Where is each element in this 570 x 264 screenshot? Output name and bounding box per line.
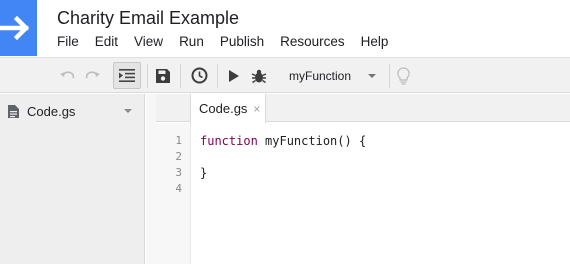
- sidebar-file-label: Code.gs: [27, 103, 76, 119]
- sidebar-file-code-gs[interactable]: Code.gs: [8, 101, 138, 121]
- menu-run[interactable]: Run: [179, 34, 204, 49]
- function-select[interactable]: myFunction: [282, 64, 382, 88]
- close-icon[interactable]: ×: [253, 102, 260, 116]
- play-icon: [228, 69, 239, 82]
- code-keyword: function: [200, 134, 258, 148]
- undo-button[interactable]: [57, 62, 77, 89]
- file-sidebar: Code.gs: [0, 94, 145, 264]
- save-button[interactable]: [153, 62, 173, 89]
- menu-file[interactable]: File: [57, 34, 79, 49]
- toolbar-divider: [180, 64, 181, 88]
- toolbar-divider: [147, 64, 148, 88]
- chevron-down-icon[interactable]: [124, 109, 132, 113]
- run-button[interactable]: [223, 62, 243, 89]
- line-number: 2: [175, 150, 182, 163]
- line-number: 1: [175, 134, 182, 147]
- indent-button[interactable]: [113, 62, 141, 89]
- pane-splitter[interactable]: [146, 94, 156, 264]
- line-number: 4: [175, 182, 182, 195]
- save-icon: [156, 68, 170, 83]
- code-line: function myFunction() {: [200, 133, 366, 149]
- clock-icon: [191, 67, 207, 84]
- toolbar-divider: [389, 64, 390, 88]
- tab-label: Code.gs: [199, 101, 248, 116]
- menu-publish[interactable]: Publish: [220, 34, 264, 49]
- tab-code-gs[interactable]: Code.gs ×: [190, 94, 266, 123]
- toolbar-divider: [217, 64, 218, 88]
- line-number: 3: [175, 166, 182, 179]
- redo-icon: [85, 70, 100, 78]
- code-line: }: [200, 166, 208, 180]
- menu-resources[interactable]: Resources: [280, 34, 345, 49]
- arrow-right-icon: [0, 15, 30, 41]
- redo-button[interactable]: [83, 62, 103, 89]
- menu-help[interactable]: Help: [361, 34, 389, 49]
- chevron-down-icon: [368, 74, 376, 78]
- triggers-button[interactable]: [188, 62, 210, 89]
- lightbulb-icon: [396, 66, 410, 85]
- code-text: myFunction() {: [257, 134, 367, 148]
- editor-tab-bar: Code.gs ×: [156, 94, 570, 123]
- undo-icon: [60, 70, 75, 78]
- menu-bar: File Edit View Run Publish Resources Hel…: [57, 34, 404, 49]
- toolbar: myFunction: [0, 57, 570, 93]
- function-select-value: myFunction: [289, 69, 352, 83]
- apps-script-logo[interactable]: [0, 0, 37, 56]
- indent-icon: [119, 69, 135, 82]
- menu-view[interactable]: View: [134, 34, 163, 49]
- project-title[interactable]: Charity Email Example: [57, 8, 239, 29]
- line-number-gutter: 1 2 3 4: [156, 123, 191, 264]
- bug-icon: [251, 69, 267, 83]
- debug-button[interactable]: [248, 62, 270, 89]
- document-icon: [8, 104, 19, 118]
- code-editor[interactable]: function myFunction() { }: [200, 133, 366, 197]
- lightbulb-button[interactable]: [393, 62, 413, 89]
- menu-edit[interactable]: Edit: [95, 34, 118, 49]
